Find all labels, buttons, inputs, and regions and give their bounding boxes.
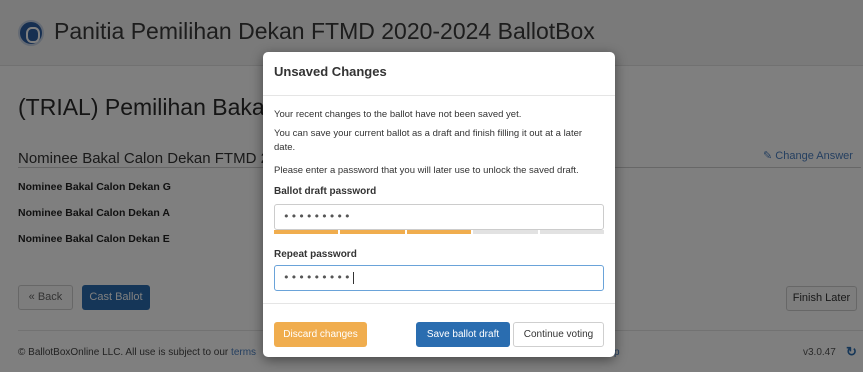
unsaved-changes-dialog: Unsaved Changes Your recent changes to t… [263, 52, 615, 357]
dialog-message-unsaved: Your recent changes to the ballot have n… [274, 109, 522, 120]
discard-changes-button[interactable]: Discard changes [274, 322, 367, 347]
dialog-title: Unsaved Changes [274, 64, 387, 79]
continue-voting-button[interactable]: Continue voting [513, 322, 604, 347]
strength-segment [473, 230, 538, 234]
strength-segment [340, 230, 405, 234]
repeat-password-value: ••••••••• [283, 271, 352, 284]
strength-segment [274, 230, 339, 234]
dialog-message-password: Please enter a password that you will la… [274, 165, 579, 176]
draft-password-field[interactable]: ••••••••• [274, 204, 604, 230]
dialog-message-draft: You can save your current ballot as a dr… [274, 128, 583, 153]
strength-segment [539, 230, 605, 234]
text-cursor [352, 272, 354, 284]
strength-segment [406, 230, 472, 234]
dialog-footer-divider [263, 303, 615, 304]
repeat-password-field[interactable]: ••••••••• [274, 265, 604, 291]
save-draft-button[interactable]: Save ballot draft [416, 322, 510, 347]
draft-password-label: Ballot draft password [274, 186, 377, 197]
repeat-password-label: Repeat password [274, 249, 357, 260]
password-strength-meter [274, 230, 605, 234]
dialog-header: Unsaved Changes [263, 52, 615, 96]
